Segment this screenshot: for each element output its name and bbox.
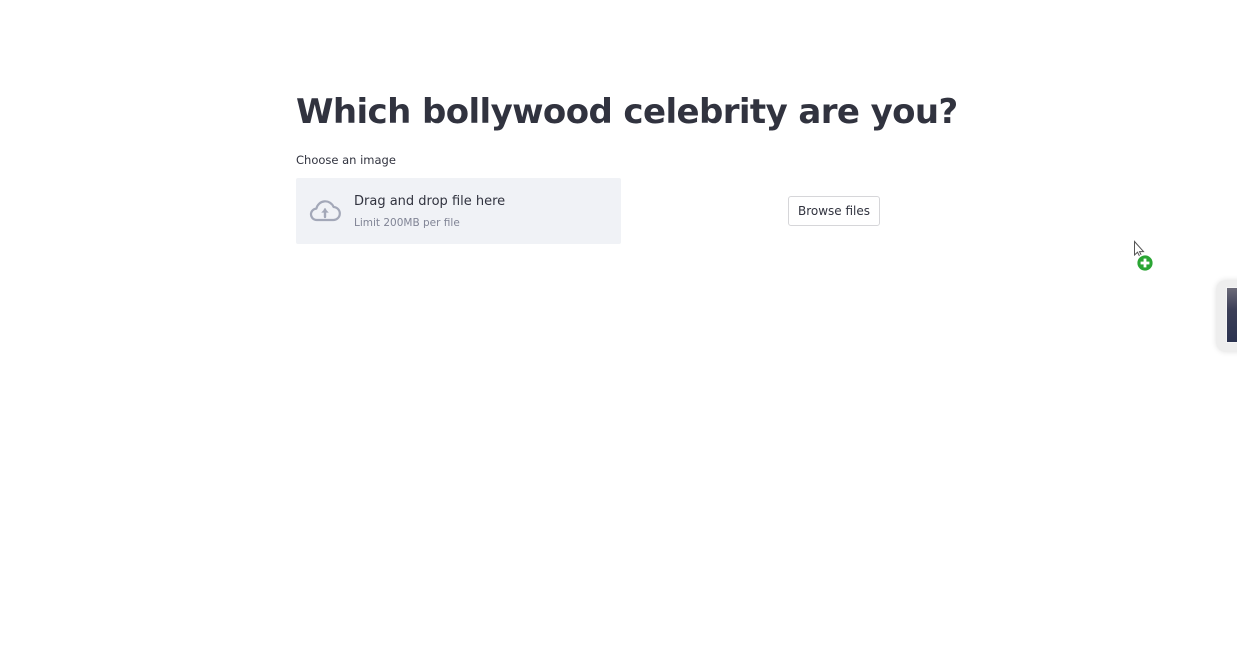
page-title: Which bollywood celebrity are you? [296,92,958,132]
uploader-label: Choose an image [296,153,396,167]
browse-files-button[interactable]: Browse files [788,196,880,226]
dropzone-limit: Limit 200MB per file [354,217,460,229]
file-dropzone[interactable]: Drag and drop file here Limit 200MB per … [296,178,621,244]
dropzone-instructions: Drag and drop file here [354,194,506,209]
copy-cursor-icon [1133,240,1157,274]
thumbnail-image [1226,287,1237,343]
dragged-image-thumbnail [1216,280,1237,352]
cloud-upload-icon [308,198,342,224]
